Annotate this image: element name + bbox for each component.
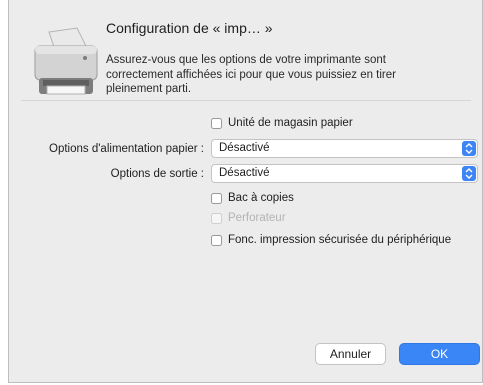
output-options-value: Désactivé	[219, 167, 270, 179]
checkbox-box[interactable]	[211, 117, 222, 129]
printer-setup-dialog: Configuration de « imp… » Assurez-vous q…	[8, 0, 483, 383]
paper-feed-label: Options d'alimentation papier :	[49, 143, 204, 155]
copy-tray-checkbox[interactable]: Bac à copies	[211, 192, 294, 204]
divider	[21, 100, 471, 101]
ok-button[interactable]: OK	[399, 343, 480, 365]
cancel-button[interactable]: Annuler	[315, 343, 386, 365]
paper-feed-value: Désactivé	[219, 142, 270, 154]
printer-icon	[34, 27, 98, 95]
paper-feed-select[interactable]: Désactivé	[211, 139, 478, 158]
checkbox-box[interactable]	[211, 192, 222, 204]
puncher-label: Perforateur	[228, 212, 286, 224]
puncher-checkbox: Perforateur	[211, 212, 286, 224]
paper-tray-unit-checkbox[interactable]: Unité de magasin papier	[211, 117, 353, 129]
output-options-label: Options de sortie :	[110, 168, 204, 180]
checkbox-box[interactable]	[211, 234, 222, 246]
updown-chevron-icon	[462, 141, 476, 156]
copy-tray-label: Bac à copies	[228, 192, 294, 204]
updown-chevron-icon	[462, 166, 476, 181]
secure-print-checkbox[interactable]: Fonc. impression sécurisée du périphériq…	[211, 234, 451, 246]
dialog-description: Assurez-vous que les options de votre im…	[106, 54, 396, 95]
output-options-select[interactable]: Désactivé	[211, 164, 478, 183]
secure-print-label: Fonc. impression sécurisée du périphériq…	[228, 234, 452, 246]
checkbox-box	[211, 212, 222, 224]
dialog-title: Configuration de « imp… »	[106, 20, 273, 36]
paper-tray-unit-label: Unité de magasin papier	[228, 117, 353, 129]
